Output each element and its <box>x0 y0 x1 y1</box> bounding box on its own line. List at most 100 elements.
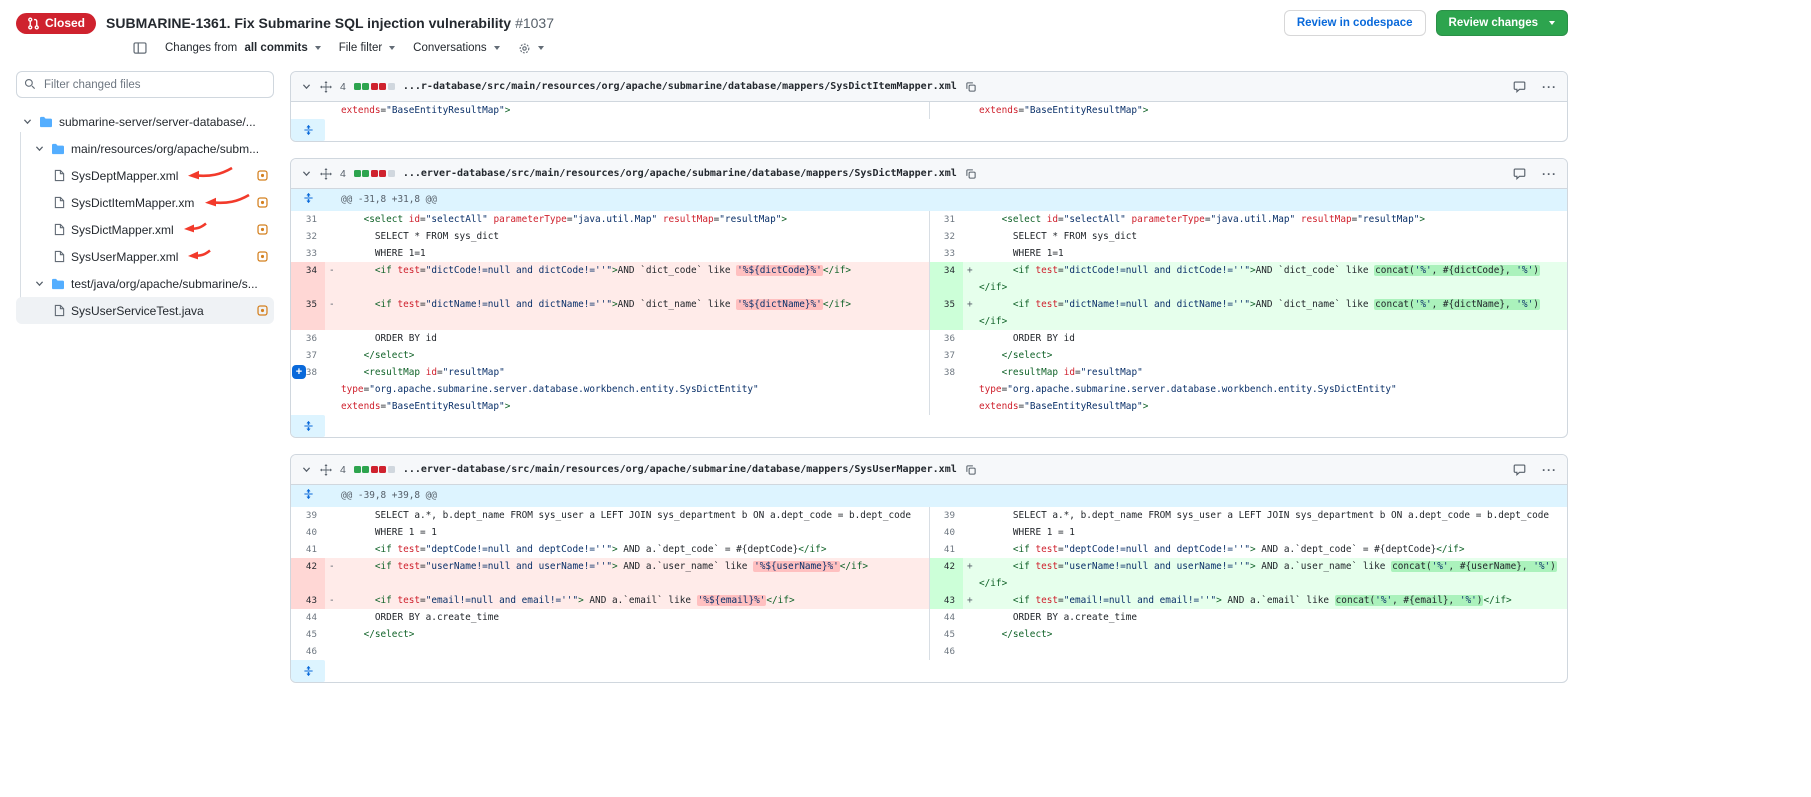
line-number[interactable]: 44 <box>291 609 325 626</box>
line-number[interactable]: 34 <box>291 262 325 296</box>
diff-row: 46 46 <box>291 643 1567 660</box>
tree-folder-item[interactable]: main/resources/org/apache/subm... <box>16 135 274 162</box>
line-number[interactable]: 43 <box>929 592 963 609</box>
gear-icon <box>518 42 531 55</box>
line-number[interactable] <box>929 102 963 119</box>
line-number[interactable]: 42 <box>929 558 963 592</box>
line-number[interactable]: 35 <box>291 296 325 330</box>
file-menu-button[interactable]: ··· <box>1542 80 1557 94</box>
line-number[interactable]: 44 <box>929 609 963 626</box>
copy-path-button[interactable] <box>965 168 977 180</box>
file-comment-button[interactable] <box>1513 463 1526 476</box>
line-number[interactable]: 38+ <box>291 364 325 415</box>
file-filter-label: File filter <box>339 42 382 54</box>
expand-hunk-button[interactable] <box>303 488 314 500</box>
diff-table: @@ -39,8 +39,8 @@39 SELECT a.*, b.dept_n… <box>291 485 1567 660</box>
line-number[interactable]: 43 <box>291 592 325 609</box>
line-number[interactable]: 40 <box>291 524 325 541</box>
annotation-arrow-icon <box>203 192 251 209</box>
file-menu-button[interactable]: ··· <box>1542 167 1557 181</box>
file-filter-menu[interactable]: File filter <box>339 42 395 54</box>
sidebar-toggle-icon <box>133 41 147 55</box>
folder-icon <box>51 143 65 155</box>
line-number[interactable]: 36 <box>291 330 325 347</box>
tree-file-item[interactable]: SysDictMapper.xml <box>16 216 274 243</box>
line-number[interactable]: 33 <box>929 245 963 262</box>
line-number[interactable]: 31 <box>291 211 325 228</box>
tree-folder-item[interactable]: submarine-server/server-database/... <box>16 108 274 135</box>
tree-folder-item[interactable]: test/java/org/apache/submarine/s... <box>16 270 274 297</box>
tree-file-item[interactable]: SysUserServiceTest.java <box>16 297 274 324</box>
file-menu-button[interactable]: ··· <box>1542 463 1557 477</box>
code-line: ORDER BY a.create_time <box>963 609 1567 626</box>
expand-down-button[interactable] <box>291 415 325 437</box>
collapse-file-button[interactable] <box>301 168 312 179</box>
changes-from-menu[interactable]: Changes from all commits <box>165 42 321 54</box>
diff-settings-menu[interactable] <box>518 42 544 55</box>
line-number[interactable]: 46 <box>929 643 963 660</box>
expand-down-button[interactable] <box>291 119 325 141</box>
collapse-file-button[interactable] <box>301 81 312 92</box>
chevron-down-icon <box>22 116 33 127</box>
line-number[interactable]: 45 <box>291 626 325 643</box>
code-line: extends="BaseEntityResultMap"> <box>325 102 929 119</box>
modified-file-icon <box>257 224 268 235</box>
line-number[interactable]: 35 <box>929 296 963 330</box>
file-path: ...erver-database/src/main/resources/org… <box>403 168 957 179</box>
add-comment-button[interactable]: + <box>292 365 306 379</box>
hunk-row: @@ -39,8 +39,8 @@ <box>291 485 1567 507</box>
annotation-arrow-icon <box>186 247 212 263</box>
line-number[interactable]: 32 <box>291 228 325 245</box>
line-number[interactable]: 33 <box>291 245 325 262</box>
line-number[interactable]: 45 <box>929 626 963 643</box>
tree-item-label: SysDictItemMapper.xml <box>71 196 195 210</box>
code-line <box>325 643 929 660</box>
line-number[interactable]: 37 <box>929 347 963 364</box>
diffstat <box>354 170 395 177</box>
code-line: </select> <box>325 626 929 643</box>
diffstat-square <box>388 466 395 473</box>
review-changes-button[interactable]: Review changes <box>1436 10 1568 36</box>
line-number[interactable]: 36 <box>929 330 963 347</box>
expand-hunk-button[interactable] <box>303 192 314 204</box>
diff-expand-footer <box>291 119 1567 141</box>
line-number[interactable]: 39 <box>929 507 963 524</box>
line-number[interactable]: 34 <box>929 262 963 296</box>
file-comment-button[interactable] <box>1513 80 1526 93</box>
tree-item-label: SysUserServiceTest.java <box>71 304 204 318</box>
line-number[interactable]: 39 <box>291 507 325 524</box>
tree-file-item[interactable]: SysUserMapper.xml <box>16 243 274 270</box>
line-number[interactable]: 46 <box>291 643 325 660</box>
code-line: + <if test="email!=null and email!=''"> … <box>963 592 1567 609</box>
file-comment-button[interactable] <box>1513 167 1526 180</box>
caret-down-icon <box>494 46 500 50</box>
diffstat <box>354 466 395 473</box>
collapse-file-button[interactable] <box>301 464 312 475</box>
tree-item-label: submarine-server/server-database/... <box>59 115 256 129</box>
tree-file-item[interactable]: SysDeptMapper.xml <box>16 162 274 189</box>
expand-down-button[interactable] <box>291 660 325 682</box>
hunk-gutter <box>291 189 325 211</box>
diff-toolbar: Changes from all commits File filter Con… <box>16 36 1795 61</box>
annotation-arrow-icon <box>182 220 208 236</box>
line-number[interactable]: 41 <box>291 541 325 558</box>
file-tree-toggle-button[interactable] <box>133 41 147 55</box>
copy-path-button[interactable] <box>965 464 977 476</box>
line-number[interactable] <box>291 102 325 119</box>
tree-file-item[interactable]: SysDictItemMapper.xml <box>16 189 274 216</box>
file-filter-input[interactable] <box>16 71 274 98</box>
modified-file-icon <box>257 251 268 262</box>
line-number[interactable]: 31 <box>929 211 963 228</box>
line-number[interactable]: 40 <box>929 524 963 541</box>
diffstat-square <box>379 83 386 90</box>
file-header-actions: ··· <box>1513 463 1557 477</box>
line-number[interactable]: 42 <box>291 558 325 592</box>
copy-path-button[interactable] <box>965 81 977 93</box>
line-number[interactable]: 41 <box>929 541 963 558</box>
conversations-menu[interactable]: Conversations <box>413 42 500 54</box>
line-number[interactable]: 38 <box>929 364 963 415</box>
line-number[interactable]: 37 <box>291 347 325 364</box>
code-line: </select> <box>963 347 1567 364</box>
review-in-codespace-button[interactable]: Review in codespace <box>1284 10 1426 36</box>
line-number[interactable]: 32 <box>929 228 963 245</box>
